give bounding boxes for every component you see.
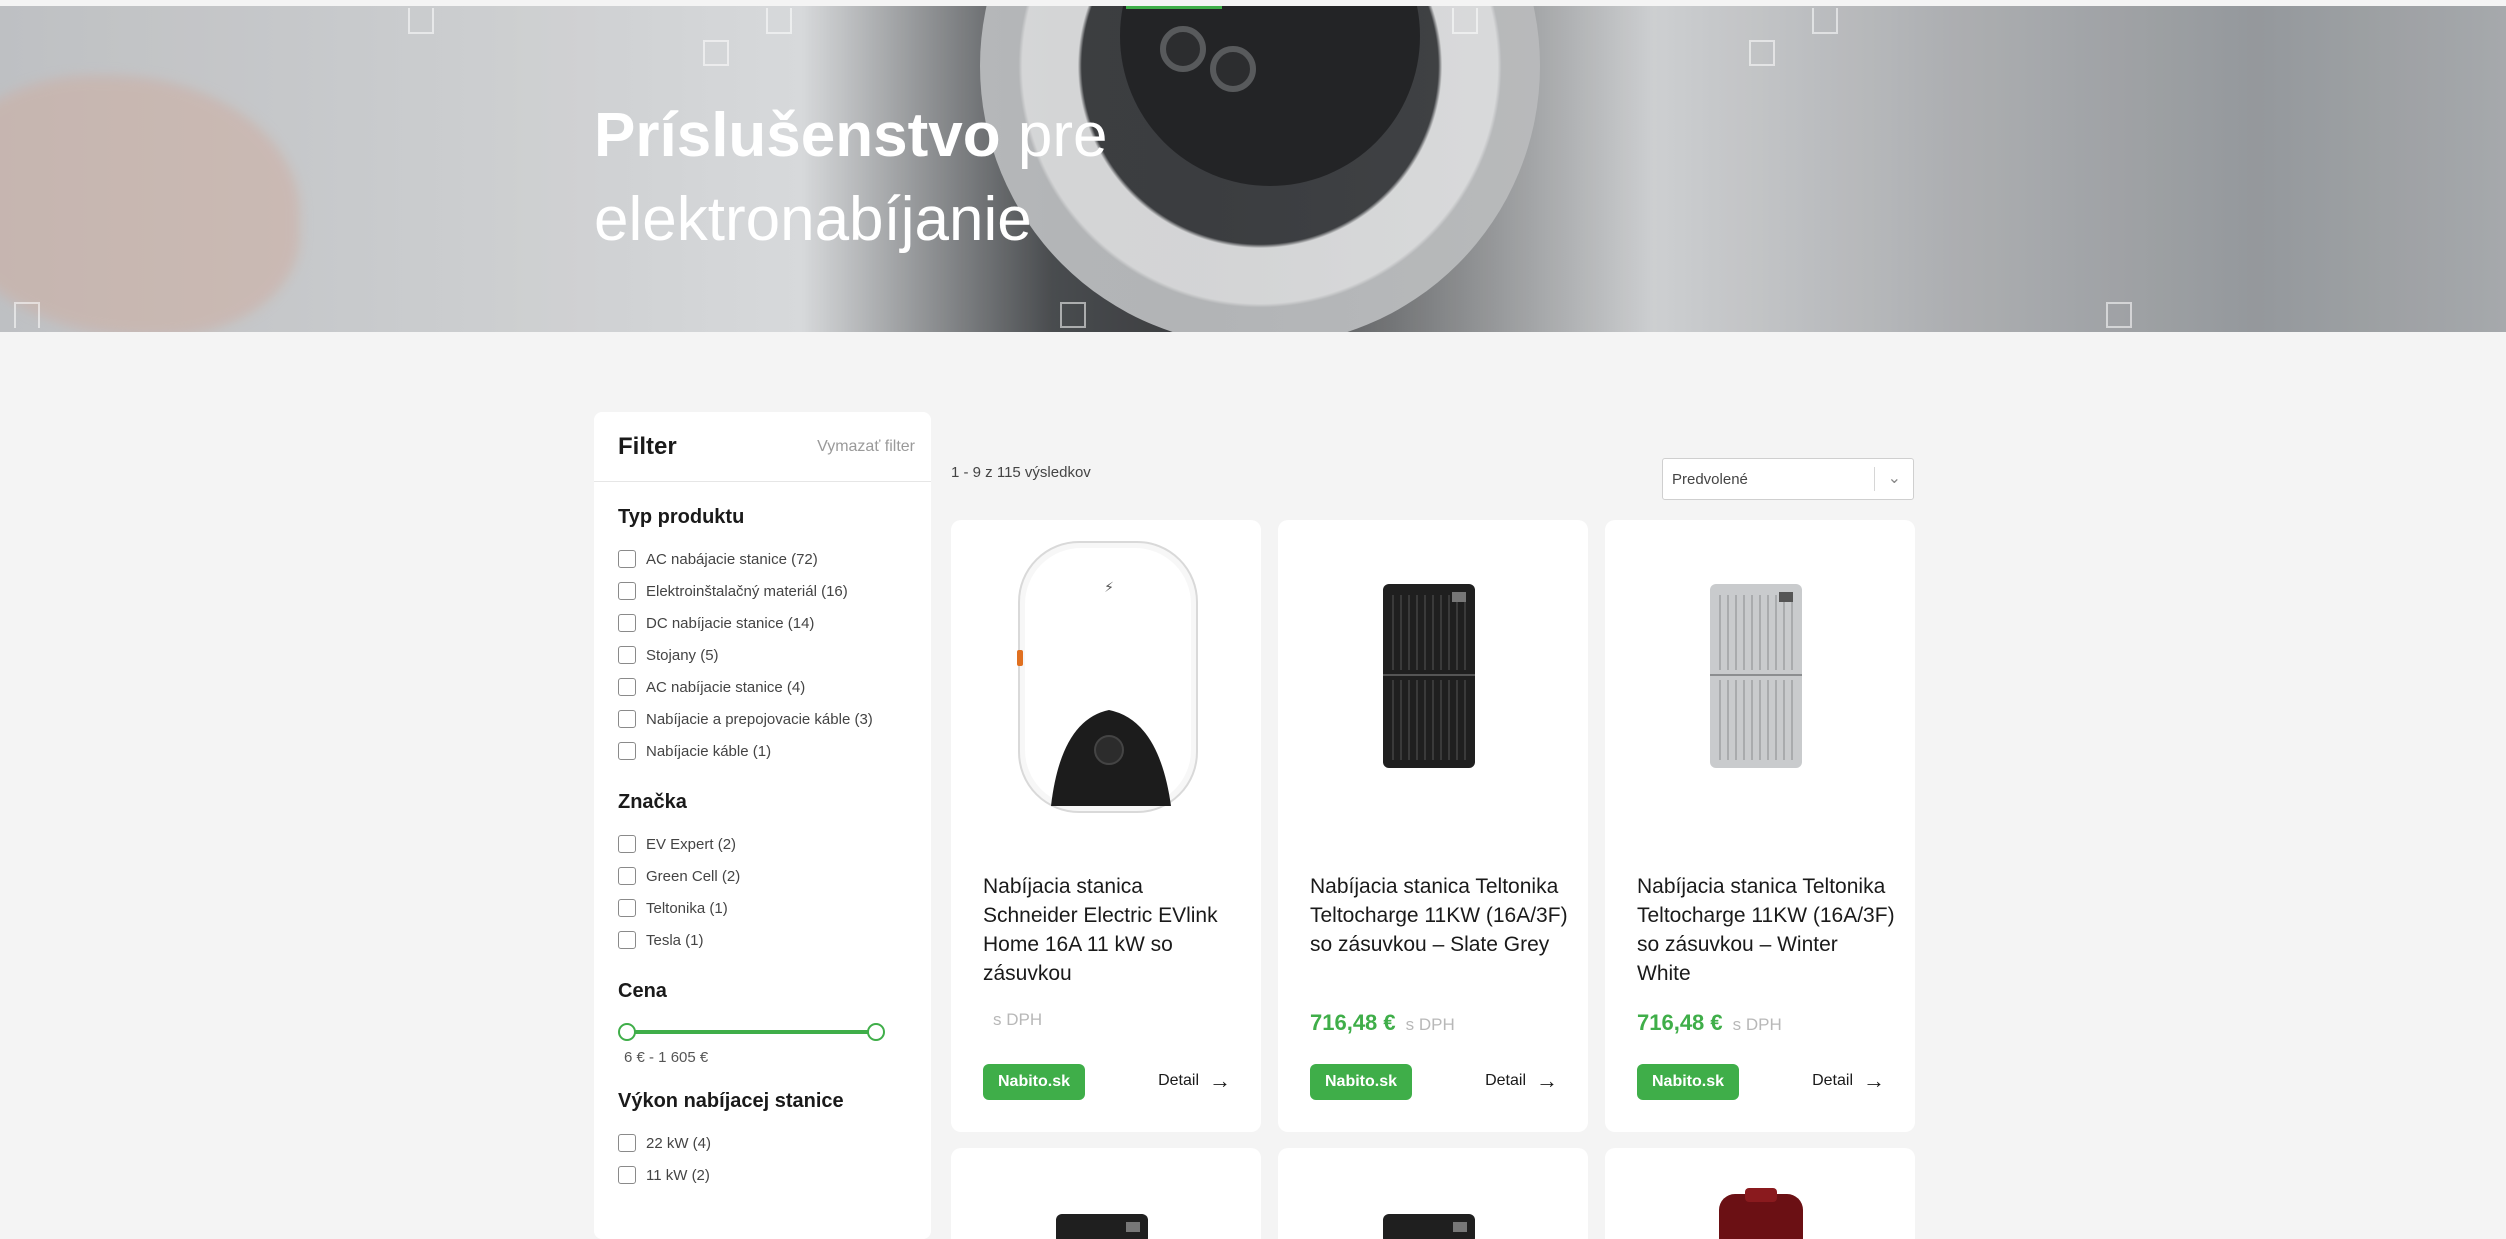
price-row: 716,48 € s DPH [1310,1010,1455,1036]
product-name[interactable]: Nabíjacia stanica Teltonika Teltocharge … [1310,872,1570,959]
detail-link[interactable]: Detail → [1485,1068,1558,1093]
product-image[interactable] [1605,520,1915,830]
checkbox[interactable] [618,710,636,728]
sort-select-value: Predvolené [1672,470,1748,488]
arrow-right-icon: → [1209,1068,1231,1093]
vat-label: s DPH [993,1010,1043,1029]
clear-filter-link[interactable]: Vymazať filter [817,438,915,456]
section-heading: Typ produktu [618,506,745,528]
result-count: 1 - 9 z 115 výsledkov [951,464,1091,481]
product-price: 716,48 € [1637,1010,1723,1035]
price-slider-max-handle[interactable] [867,1023,885,1041]
filter-panel: Filter Vymazať filter Typ produktu AC na… [594,412,931,1239]
filter-option[interactable]: Green Cell (2) [618,860,907,892]
checkbox[interactable] [618,742,636,760]
filter-option[interactable]: Stojany (5) [618,639,907,671]
price-row: 716,48 € s DPH [1637,1010,1782,1036]
checkbox[interactable] [618,931,636,949]
detail-link[interactable]: Detail → [1158,1068,1231,1093]
product-image[interactable]: ⚡ [951,520,1261,830]
filter-option[interactable]: EV Expert (2) [618,828,907,860]
price-row: s DPH [983,1010,1042,1030]
chevron-down-icon: ⌄ [1887,470,1901,487]
page-title: Príslušenstvo pre elektronabíjanie [594,101,1108,254]
product-image[interactable] [1278,520,1588,830]
product-name[interactable]: Nabíjacia stanica Teltonika Teltocharge … [1637,872,1897,988]
product-card[interactable]: Nabíjacia stanica Teltonika Teltocharge … [1605,520,1915,1132]
price-slider-min-handle[interactable] [618,1023,636,1041]
decor-bracket [1452,8,1478,34]
decor-bracket [766,8,792,34]
decor-bracket [408,8,434,34]
checkbox[interactable] [618,1134,636,1152]
filter-header: Filter Vymazať filter [594,412,931,482]
filter-option[interactable]: Elektroinštalačný materiál (16) [618,575,907,607]
checkbox[interactable] [618,1166,636,1184]
decor-bracket [14,302,40,328]
decor-bracket [1749,40,1775,66]
filter-section-product-type: Typ produktu AC nabájacie stanice (72) E… [594,506,931,767]
filter-option[interactable]: AC nabíjacie stanice (4) [618,671,907,703]
vat-label: s DPH [1732,1015,1782,1034]
filter-option[interactable]: 22 kW (4) [618,1127,907,1159]
vat-label: s DPH [1405,1015,1455,1034]
shop-badge[interactable]: Nabito.sk [983,1064,1085,1100]
filter-section-brand: Značka EV Expert (2) Green Cell (2) Telt… [594,791,931,956]
product-card[interactable]: Nabíjacia stanica Teltonika Teltocharge … [1278,520,1588,1132]
checkbox[interactable] [618,867,636,885]
product-card[interactable] [1278,1148,1588,1239]
detail-link[interactable]: Detail → [1812,1068,1885,1093]
product-name[interactable]: Nabíjacia stanica Schneider Electric EVl… [983,872,1243,988]
section-heading: Výkon nabíjacej stanice [618,1090,844,1112]
price-slider-track[interactable] [626,1030,877,1034]
section-heading: Cena [618,980,667,1002]
product-image[interactable] [1383,1214,1475,1239]
decor-bracket [703,40,729,66]
filter-option[interactable]: DC nabíjacie stanice (14) [618,607,907,639]
filter-option[interactable]: Nabíjacie a prepojovacie káble (3) [618,703,907,735]
product-card[interactable] [1605,1148,1915,1239]
filter-title: Filter [618,432,677,460]
filter-section-price: Cena 6 € - 1 605 € [594,980,931,1066]
product-image[interactable] [1056,1214,1148,1239]
product-price: 716,48 € [1310,1010,1396,1035]
product-image[interactable] [1715,1188,1807,1239]
hero-banner: Príslušenstvo pre elektronabíjanie [0,6,2506,332]
checkbox[interactable] [618,582,636,600]
svg-text:⚡: ⚡ [1104,580,1114,596]
shop-badge[interactable]: Nabito.sk [1637,1064,1739,1100]
decor-bracket [1060,302,1086,328]
arrow-right-icon: → [1536,1068,1558,1093]
checkbox[interactable] [618,899,636,917]
checkbox[interactable] [618,835,636,853]
checkbox[interactable] [618,550,636,568]
section-heading: Značka [618,791,687,813]
filter-option[interactable]: Teltonika (1) [618,892,907,924]
filter-section-power: Výkon nabíjacej stanice 22 kW (4) 11 kW … [594,1090,931,1191]
price-range-label: 6 € - 1 605 € [624,1049,709,1066]
product-card[interactable] [951,1148,1261,1239]
price-slider[interactable] [618,1017,907,1047]
decor-bracket [1812,8,1838,34]
arrow-right-icon: → [1863,1068,1885,1093]
filter-option[interactable]: AC nabájacie stanice (72) [618,543,907,575]
shop-badge[interactable]: Nabito.sk [1310,1064,1412,1100]
product-card[interactable]: ⚡ Nabíjacia stanica Schneider Electric E… [951,520,1261,1132]
hero-accent-bar [1126,6,1222,9]
filter-option[interactable]: 11 kW (2) [618,1159,907,1191]
filter-option[interactable]: Tesla (1) [618,924,907,956]
checkbox[interactable] [618,678,636,696]
sort-select[interactable]: Predvolené ⌄ [1662,458,1914,500]
checkbox[interactable] [618,646,636,664]
filter-option[interactable]: Nabíjacie káble (1) [618,735,907,767]
checkbox[interactable] [618,614,636,632]
decor-bracket [2106,302,2132,328]
